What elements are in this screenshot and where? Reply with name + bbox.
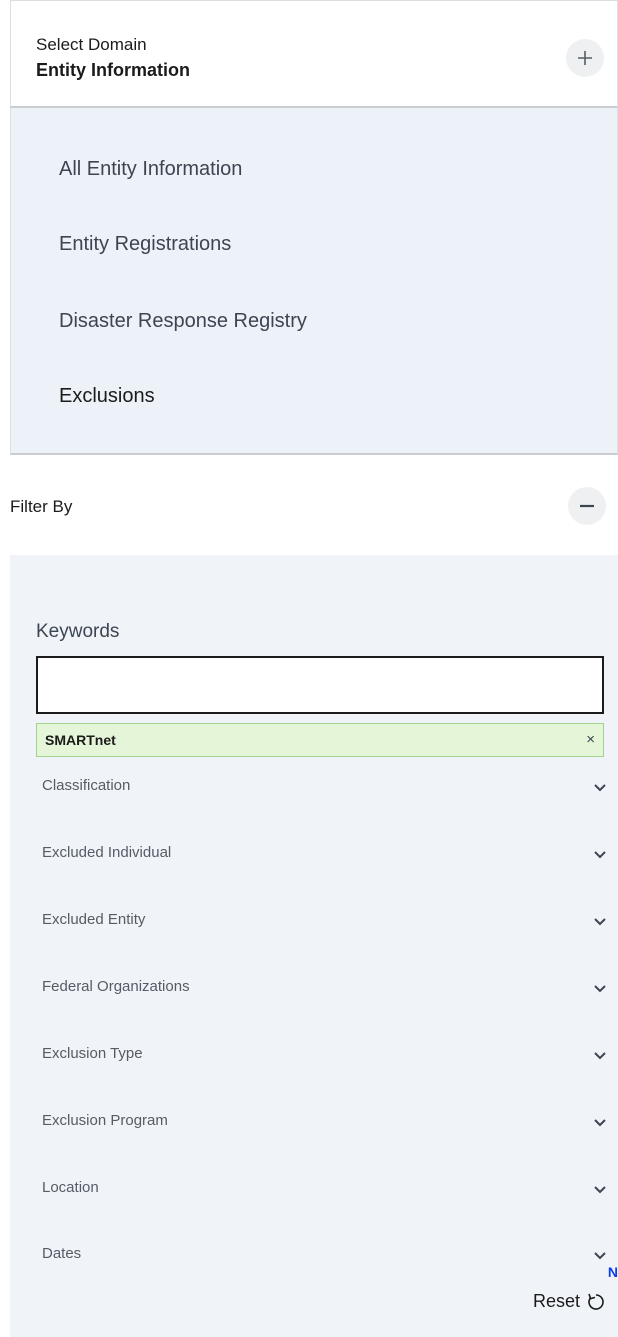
domain-item-exclusions[interactable]: Exclusions: [59, 385, 155, 408]
accordion-classification[interactable]: Classification: [36, 767, 608, 807]
accordion-label: Exclusion Type: [42, 1045, 143, 1062]
domain-item-disaster-response-registry[interactable]: Disaster Response Registry: [59, 310, 307, 333]
accordion-federal-organizations[interactable]: Federal Organizations: [36, 968, 608, 1008]
minus-icon: [580, 504, 594, 508]
accordion-label: Location: [42, 1179, 99, 1196]
accordion-exclusion-type[interactable]: Exclusion Type: [36, 1035, 608, 1075]
accordion-exclusion-program[interactable]: Exclusion Program: [36, 1102, 608, 1142]
domain-selector-label: Select Domain: [36, 35, 147, 54]
chip-remove-icon[interactable]: ×: [586, 731, 595, 748]
collapse-filter-button[interactable]: [568, 487, 606, 525]
reset-label: Reset: [532, 1291, 580, 1311]
selected-domain: Entity Information: [36, 60, 190, 80]
accordion-excluded-individual[interactable]: Excluded Individual: [36, 834, 608, 874]
accordion-dates[interactable]: Dates: [36, 1235, 608, 1275]
domain-list: All Entity Information Entity Registrati…: [10, 108, 618, 455]
reset-button[interactable]: Reset: [533, 1291, 606, 1312]
chevron-down-icon: [594, 918, 606, 926]
accordion-label: Excluded Entity: [42, 911, 146, 928]
filter-title: Filter By: [10, 497, 73, 516]
refresh-icon: [588, 1293, 604, 1310]
domain-item-all-entity-information[interactable]: All Entity Information: [59, 158, 242, 181]
accordion-location[interactable]: Location: [36, 1169, 608, 1209]
keywords-input[interactable]: [36, 656, 604, 714]
keywords-label: Keywords: [36, 621, 120, 642]
corner-mark: N: [607, 1264, 618, 1280]
chevron-down-icon: [594, 1119, 606, 1127]
domain-selector-header[interactable]: Select Domain Entity Information: [10, 0, 618, 108]
chevron-down-icon: [594, 784, 606, 792]
filter-body: Keywords SMARTnet × Classification Exclu…: [10, 555, 618, 1337]
expand-domain-button[interactable]: [566, 39, 604, 77]
accordion-label: Dates: [42, 1245, 82, 1262]
accordion-excluded-entity[interactable]: Excluded Entity: [36, 901, 608, 941]
filter-header[interactable]: Filter By: [10, 455, 618, 555]
chevron-down-icon: [594, 1052, 606, 1060]
accordion-label: Classification: [42, 777, 131, 794]
accordion-label: Federal Organizations: [42, 978, 190, 995]
chevron-down-icon: [594, 1186, 606, 1194]
domain-item-entity-registrations[interactable]: Entity Registrations: [59, 233, 231, 256]
accordion-label: Excluded Individual: [42, 844, 172, 861]
keyword-chip: SMARTnet ×: [36, 723, 604, 757]
keyword-chip-label: SMARTnet: [45, 732, 116, 748]
plus-icon: [578, 51, 592, 65]
chevron-down-icon: [594, 985, 606, 993]
chevron-down-icon: [594, 851, 606, 859]
accordion-label: Exclusion Program: [42, 1112, 168, 1129]
chevron-down-icon: [594, 1252, 606, 1260]
